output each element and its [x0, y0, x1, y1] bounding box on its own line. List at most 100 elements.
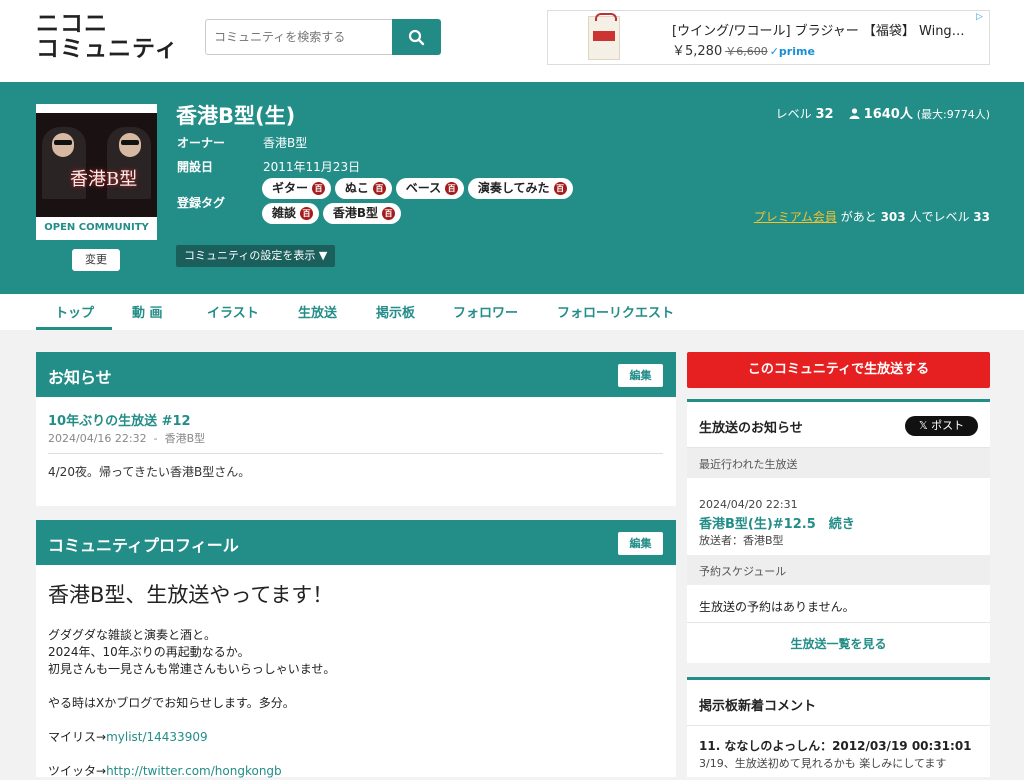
community-thumbnail-image: 香港B型 — [36, 113, 157, 217]
open-community-label: OPEN COMMUNITY — [44, 222, 149, 233]
member-max: (最大:9774人) — [916, 108, 990, 121]
premium-member-link[interactable]: プレミアム会員 — [754, 210, 837, 224]
change-thumbnail-button[interactable]: 変更 — [72, 249, 120, 271]
mylist-link[interactable]: mylist/14433909 — [106, 730, 208, 744]
start-live-broadcast-button[interactable]: このコミュニティで生放送する — [687, 352, 990, 388]
notice-body: 4/20夜。帰ってきたい香港B型さん。 — [48, 465, 251, 479]
tab-illust[interactable]: イラスト — [207, 302, 259, 321]
advertisement-banner[interactable]: [ウイング/ワコール] ブラジャー 【福袋】 Wing… ￥5,280 ￥6,60… — [547, 10, 990, 65]
divider — [48, 453, 663, 454]
dictionary-icon[interactable]: 百 — [553, 182, 567, 195]
top-bar: ニコニ コミュニティ [ウイング/ワコール] ブラジャー 【福袋】 Wing… … — [0, 0, 1024, 82]
notice-title-link[interactable]: 10年ぶりの生放送 #12 — [48, 410, 191, 429]
show-settings-button[interactable]: コミュニティの設定を表示 ▼ — [176, 245, 336, 267]
live-notice-panel: 生放送のお知らせ 𝕏 ポスト 最近行われた生放送 2024/04/20 22:3… — [687, 399, 990, 663]
dictionary-icon[interactable]: 百 — [382, 207, 395, 220]
notice-author: 香港B型 — [164, 432, 206, 445]
dictionary-icon[interactable]: 百 — [300, 207, 314, 220]
live-notice-heading: 生放送のお知らせ — [699, 421, 803, 436]
tag-ensou-shitemita[interactable]: 演奏してみた百 — [467, 178, 573, 199]
logo-line-2: コミュニティ — [36, 36, 179, 62]
search-button[interactable] — [392, 19, 441, 55]
tab-follow-requests[interactable]: フォローリクエスト — [557, 302, 674, 321]
ad-price: ￥5,280 ￥6,600 ✓prime — [672, 40, 815, 59]
profile-headline: 香港B型、生放送やってます！ — [48, 583, 334, 607]
notice-edit-button[interactable]: 編集 — [618, 364, 663, 387]
premium-info: プレミアム会員 があと 303 人でレベル 33 — [753, 210, 990, 224]
bbs-heading: 掲示板新着コメント — [699, 699, 817, 714]
ad-original-price: ￥6,600 — [725, 45, 768, 58]
tag-nuko[interactable]: ぬこ百 — [334, 178, 392, 199]
member-unit: 人 — [899, 107, 913, 122]
twitter-link[interactable]: http://twitter.com/hongkongb — [106, 764, 282, 778]
premium-needed-count: 303 — [880, 210, 906, 224]
tab-videos[interactable]: 動 画 — [132, 302, 163, 321]
dictionary-icon[interactable]: 百 — [372, 182, 386, 195]
tab-live[interactable]: 生放送 — [298, 302, 337, 321]
profile-heading: コミュニティプロフィール — [48, 536, 239, 555]
notice-header: お知らせ 編集 — [36, 352, 676, 397]
x-post-button[interactable]: 𝕏 ポスト — [905, 416, 978, 436]
tag-bass[interactable]: ベース百 — [395, 178, 465, 199]
mylist-line: マイリス→mylist/14433909 — [48, 730, 208, 744]
ad-sale-price: ￥5,280 — [672, 44, 723, 59]
profile-panel: コミュニティプロフィール 編集 香港B型、生放送やってます！ グダグダな雑談と演… — [36, 520, 676, 778]
member-count: 1640 — [863, 107, 900, 122]
schedule-label: 予約スケジュール — [699, 565, 787, 578]
ad-prime-badge: ✓prime — [769, 45, 815, 58]
ad-product-image — [588, 13, 620, 60]
profile-header: コミュニティプロフィール 編集 — [36, 520, 676, 565]
tab-top[interactable]: トップ — [55, 302, 94, 321]
premium-next-level: 33 — [973, 210, 990, 224]
bbs-comment-body: 3/19、生放送初めて見れるかも 楽しみにしてます — [699, 757, 947, 770]
search-input[interactable] — [205, 19, 392, 55]
notice-date: 2024/04/16 22:32 — [48, 432, 147, 445]
tag-guitar[interactable]: ギター百 — [262, 178, 332, 199]
search-bar — [205, 19, 441, 55]
recent-live-date: 2024/04/20 22:31 — [699, 498, 798, 511]
level-value: 32 — [815, 107, 834, 122]
dictionary-icon[interactable]: 百 — [445, 182, 459, 195]
community-tabs: トップ 動 画 イラスト 生放送 掲示板 フォロワー フォローリクエスト — [0, 294, 1024, 330]
founded-value: 2011年11月23日 — [263, 160, 361, 174]
adchoices-icon[interactable]: ▷ — [976, 12, 986, 22]
bbs-comment-title[interactable]: 11. ななしのよっしん：2012/03/19 00:31:01 — [699, 737, 972, 754]
divider — [687, 622, 990, 623]
recent-live-broadcaster: 放送者：香港B型 — [699, 534, 784, 547]
profile-edit-button[interactable]: 編集 — [618, 532, 663, 555]
community-header: 香港B型 OPEN COMMUNITY 変更 香港B型(生) オーナー 香港B型… — [0, 82, 1024, 294]
ad-title: [ウイング/ワコール] ブラジャー 【福袋】 Wing… — [672, 24, 965, 39]
profile-body: グダグダな雑談と演奏と酒と。 2024年、10年ぶりの再起動なるか。 初見さんも… — [48, 628, 336, 778]
schedule-subheader: 予約スケジュール — [687, 555, 990, 585]
community-thumbnail: 香港B型 OPEN COMMUNITY — [36, 104, 157, 240]
founded-label: 開設日 — [177, 160, 214, 174]
member-icon — [849, 108, 860, 119]
tag-hongkong-b[interactable]: 香港B型百 — [322, 203, 401, 224]
tag-zatsudan[interactable]: 雑談百 — [262, 203, 320, 224]
bbs-header: 掲示板新着コメント — [687, 680, 990, 726]
recent-live-title-link[interactable]: 香港B型(生)#12.5 続き — [699, 513, 855, 532]
level-info: レベル 32 1640人 (最大:9774人) — [776, 103, 990, 122]
owner-label: オーナー — [177, 136, 226, 150]
owner-value: 香港B型 — [263, 136, 308, 150]
tab-bbs[interactable]: 掲示板 — [376, 302, 415, 321]
dictionary-icon[interactable]: 百 — [312, 182, 326, 195]
niconi-community-logo[interactable]: ニコニ コミュニティ — [36, 12, 186, 62]
notice-heading: お知らせ — [48, 368, 112, 387]
schedule-body: 生放送の予約はありません。 — [699, 600, 855, 614]
tags-label: 登録タグ — [177, 196, 226, 210]
tag-list: ギター百 ぬこ百 ベース百 演奏してみた百 雑談百 香港B型百 — [262, 178, 662, 228]
live-list-link[interactable]: 生放送一覧を見る — [687, 635, 990, 652]
recent-live-subheader: 最近行われた生放送 — [687, 448, 990, 478]
notice-meta: 2024/04/16 22:32 - 香港B型 — [48, 432, 206, 445]
notice-panel: お知らせ 編集 10年ぶりの生放送 #12 2024/04/16 22:32 -… — [36, 352, 676, 506]
bbs-panel: 掲示板新着コメント 11. ななしのよっしん：2012/03/19 00:31:… — [687, 677, 990, 777]
community-name: 香港B型(生) — [176, 104, 296, 128]
tab-followers[interactable]: フォロワー — [453, 302, 518, 321]
search-icon — [408, 29, 425, 45]
thumbnail-title: 香港B型 — [70, 169, 138, 190]
level-label: レベル — [775, 107, 812, 121]
live-notice-header: 生放送のお知らせ 𝕏 ポスト — [687, 402, 990, 448]
logo-line-1: ニコニ — [36, 11, 108, 37]
twitter-line: ツイッタ→http://twitter.com/hongkongb — [48, 764, 282, 778]
